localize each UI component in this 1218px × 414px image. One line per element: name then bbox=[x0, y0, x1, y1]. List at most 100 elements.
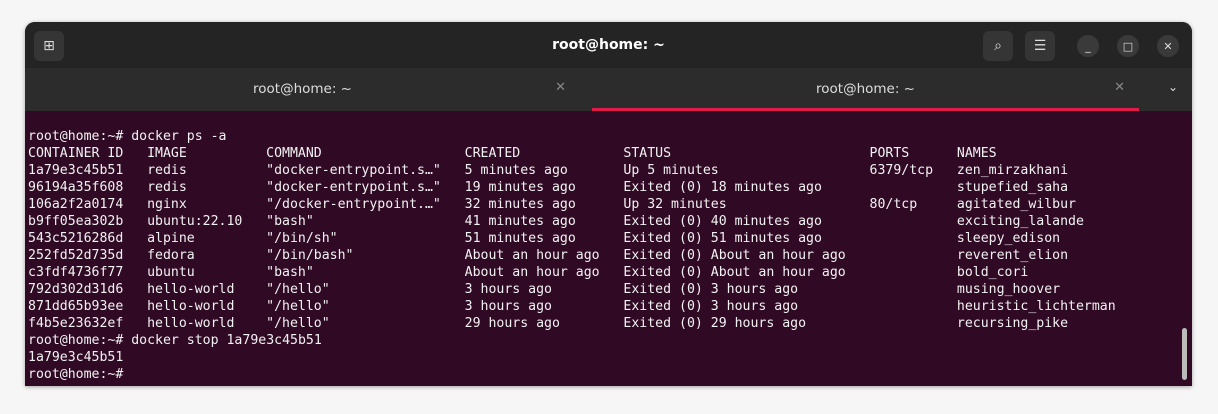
header-bar: ⊞ root@home: ~ ⌕ ☰ _ □ ✕ bbox=[25, 22, 1192, 68]
status: Exited (0) About an hour ago bbox=[623, 248, 846, 263]
prompt: root@home:~# bbox=[28, 129, 124, 144]
image: hello-world bbox=[147, 316, 235, 331]
col-header: IMAGE bbox=[147, 146, 187, 161]
created: 41 minutes ago bbox=[464, 214, 576, 229]
maximize-icon: □ bbox=[1122, 39, 1134, 53]
names: heuristic_lichterman bbox=[956, 299, 1116, 314]
tab-label: root@home: ~ bbox=[253, 81, 352, 97]
command: "docker-entrypoint.s…" bbox=[266, 180, 441, 195]
container-id: 792d302d31d6 bbox=[28, 282, 124, 297]
status: Up 5 minutes bbox=[623, 163, 719, 178]
command: "docker-entrypoint.s…" bbox=[266, 163, 441, 178]
ports bbox=[870, 179, 957, 196]
names: exciting_lalande bbox=[956, 214, 1084, 229]
table-row: 1a79e3c45b51 redis "docker-entrypoint.s…" 5… bbox=[28, 162, 1116, 179]
table-row: b9ff05ea302b ubuntu:22.10 "bash" 41 minutes… bbox=[28, 213, 1116, 230]
close-icon: ✕ bbox=[1163, 39, 1173, 53]
ports: 80/tcp bbox=[869, 197, 918, 212]
close-tab-icon[interactable]: ✕ bbox=[555, 80, 566, 95]
status: Exited (0) 40 minutes ago bbox=[623, 214, 822, 229]
command: "bash" bbox=[266, 265, 314, 280]
command: "/hello" bbox=[266, 316, 330, 331]
minimize-icon: _ bbox=[1085, 39, 1091, 53]
command-output: 1a79e3c45b51 bbox=[28, 349, 1116, 366]
command: "/bin/bash" bbox=[266, 248, 354, 263]
close-button[interactable]: ✕ bbox=[1157, 35, 1179, 57]
command: "/docker-entrypoint.…" bbox=[266, 197, 441, 212]
ports bbox=[870, 213, 957, 230]
col-header: COMMAND bbox=[266, 146, 322, 161]
scrollbar[interactable] bbox=[1182, 328, 1187, 380]
command: "/hello" bbox=[266, 282, 330, 297]
image: redis bbox=[147, 180, 187, 195]
tab-label: root@home: ~ bbox=[816, 81, 915, 97]
search-button[interactable]: ⌕ bbox=[983, 31, 1013, 61]
tabs-dropdown-chevron-icon[interactable]: ⌄ bbox=[1168, 80, 1178, 94]
command: docker ps -a bbox=[123, 129, 227, 144]
status: Exited (0) 29 hours ago bbox=[623, 316, 807, 331]
ports bbox=[870, 230, 957, 247]
ports bbox=[870, 247, 957, 264]
status: Exited (0) 51 minutes ago bbox=[623, 231, 822, 246]
terminal-output[interactable]: root@home:~# docker ps -a CONTAINER ID IM… bbox=[28, 128, 1116, 383]
active-tab-indicator bbox=[592, 108, 1139, 111]
col-header: STATUS bbox=[623, 146, 672, 161]
maximize-button[interactable]: □ bbox=[1117, 35, 1139, 57]
ports bbox=[870, 298, 957, 315]
command-line: root@home:~# docker ps -a bbox=[28, 128, 1116, 145]
names: agitated_wilbur bbox=[956, 197, 1076, 212]
status: Up 32 minutes bbox=[623, 197, 727, 212]
table-row: 792d302d31d6 hello-world "/hello" 3 hours a… bbox=[28, 281, 1116, 298]
container-id: 871dd65b93ee bbox=[28, 299, 124, 314]
col-header: CONTAINER ID bbox=[28, 146, 124, 161]
ports bbox=[870, 264, 957, 281]
container-id: 543c5216286d bbox=[28, 231, 124, 246]
container-id: 252fd52d735d bbox=[28, 248, 124, 263]
image: alpine bbox=[147, 231, 195, 246]
container-id: c3fdf4736f77 bbox=[28, 265, 124, 280]
minimize-button[interactable]: _ bbox=[1077, 35, 1099, 57]
created: 19 minutes ago bbox=[464, 180, 576, 195]
image: hello-world bbox=[147, 282, 235, 297]
created: 32 minutes ago bbox=[464, 197, 576, 212]
table-header: CONTAINER ID IMAGE COMMAND CREATED STATUS POR… bbox=[28, 145, 1116, 162]
table-row: f4b5e23632ef hello-world "/hello" 29 hours … bbox=[28, 315, 1116, 332]
command: "/bin/sh" bbox=[266, 231, 338, 246]
created: 5 minutes ago bbox=[464, 163, 568, 178]
container-id: 1a79e3c45b51 bbox=[28, 163, 124, 178]
hamburger-icon: ☰ bbox=[1033, 38, 1047, 54]
status: Exited (0) 3 hours ago bbox=[623, 299, 799, 314]
image: ubuntu:22.10 bbox=[147, 214, 243, 229]
command: "/hello" bbox=[266, 299, 330, 314]
image: redis bbox=[147, 163, 187, 178]
created: 29 hours ago bbox=[464, 316, 560, 331]
image: hello-world bbox=[147, 299, 235, 314]
search-icon: ⌕ bbox=[994, 38, 1002, 54]
close-tab-icon[interactable]: ✕ bbox=[1114, 80, 1125, 95]
tab-bar: root@home: ~ ✕ root@home: ~ ✕ ⌄ bbox=[25, 68, 1192, 111]
names: bold_cori bbox=[956, 265, 1029, 280]
command-line: root@home:~# bbox=[28, 366, 1116, 383]
terminal-window: ⊞ root@home: ~ ⌕ ☰ _ □ ✕ root@home: ~ ✕ … bbox=[25, 22, 1192, 386]
table-row: c3fdf4736f77 ubuntu "bash" About an hour ag… bbox=[28, 264, 1116, 281]
ports: 6379/tcp bbox=[869, 163, 934, 178]
output-text: 1a79e3c45b51 bbox=[28, 350, 124, 365]
command: docker stop 1a79e3c45b51 bbox=[123, 333, 322, 348]
menu-button[interactable]: ☰ bbox=[1025, 31, 1055, 61]
table-row: 543c5216286d alpine "/bin/sh" 51 minutes ag… bbox=[28, 230, 1116, 247]
ports bbox=[870, 315, 957, 332]
names: sleepy_edison bbox=[956, 231, 1061, 246]
col-header: PORTS bbox=[869, 146, 910, 161]
created: 51 minutes ago bbox=[464, 231, 576, 246]
tab-1[interactable]: root@home: ~ ✕ bbox=[25, 68, 580, 111]
created: 3 hours ago bbox=[464, 299, 552, 314]
tab-2[interactable]: root@home: ~ ✕ bbox=[592, 68, 1139, 111]
command: "bash" bbox=[266, 214, 314, 229]
container-id: f4b5e23632ef bbox=[28, 316, 124, 331]
status: Exited (0) 18 minutes ago bbox=[623, 180, 822, 195]
table-row: 96194a35f608 redis "docker-entrypoint.s…" 1… bbox=[28, 179, 1116, 196]
image: ubuntu bbox=[147, 265, 195, 280]
table-body: 1a79e3c45b51 redis "docker-entrypoint.s…" 5… bbox=[28, 162, 1116, 332]
prompt: root@home:~# bbox=[28, 367, 124, 382]
image: nginx bbox=[147, 197, 187, 212]
